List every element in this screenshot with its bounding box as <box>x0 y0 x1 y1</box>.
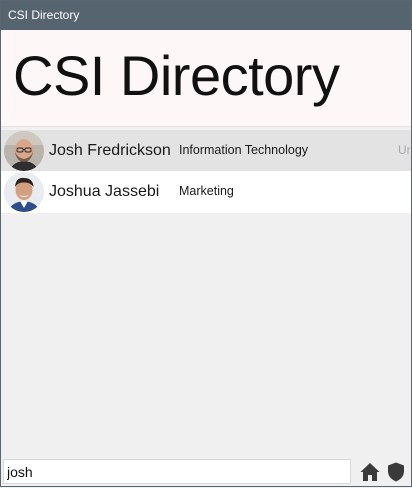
shield-icon <box>388 462 404 482</box>
home-button[interactable] <box>359 461 381 483</box>
people-list: Josh Fredrickson Information Technology … <box>1 130 411 213</box>
person-department: Marketing <box>179 184 234 198</box>
home-icon <box>360 463 380 481</box>
shield-button[interactable] <box>385 461 407 483</box>
window-title: CSI Directory <box>8 8 80 22</box>
bottom-toolbar <box>1 457 411 486</box>
page-title: CSI Directory <box>13 44 340 107</box>
app-window: CSI Directory CSI Directory Josh Fredric… <box>0 0 412 487</box>
bald-man-avatar-icon <box>4 131 44 171</box>
person-department: Information Technology <box>179 143 309 157</box>
list-item[interactable]: Josh Fredrickson Information Technology … <box>1 130 411 171</box>
app-header: CSI Directory <box>1 30 411 127</box>
person-name: Joshua Jassebi <box>49 183 160 200</box>
person-name: Josh Fredrickson <box>49 142 171 159</box>
avatar <box>4 131 44 171</box>
search-input[interactable] <box>3 459 351 484</box>
man-avatar-icon <box>4 172 44 212</box>
list-item[interactable]: Joshua Jassebi Marketing <box>1 171 411 213</box>
person-extra-column: Ur <box>398 143 411 157</box>
window-titlebar[interactable]: CSI Directory <box>1 1 411 30</box>
avatar <box>4 172 44 212</box>
